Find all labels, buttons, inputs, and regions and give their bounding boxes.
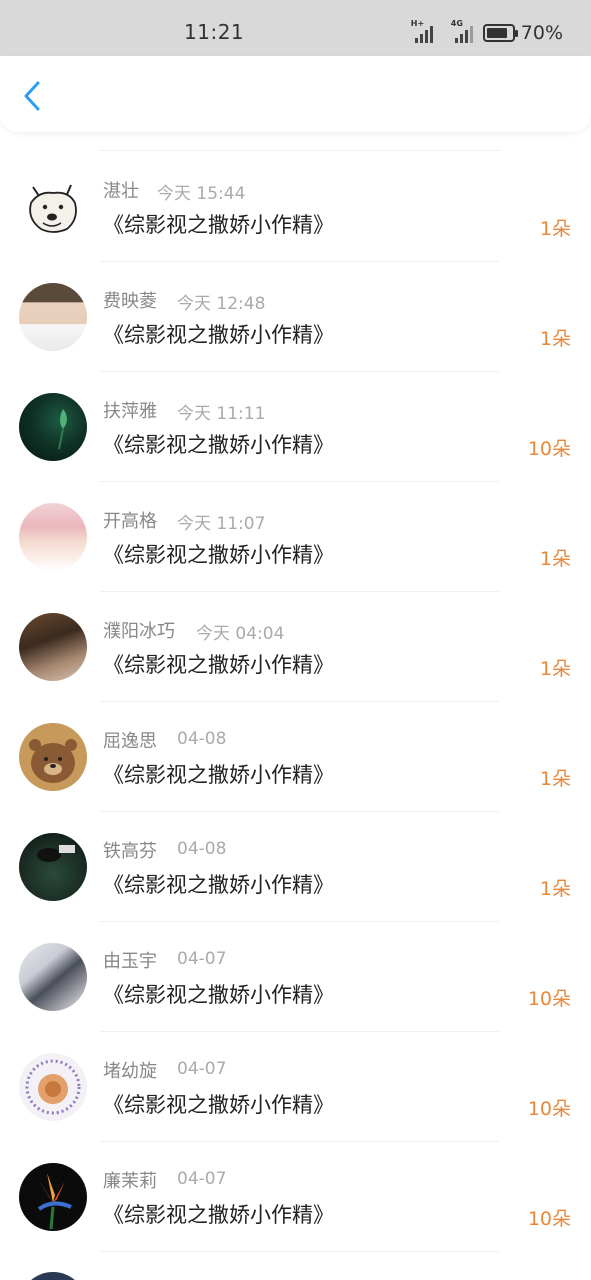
sender-name: 由玉宇 [103, 951, 157, 972]
avatar[interactable] [19, 833, 87, 901]
list-item[interactable]: 濮阳冰巧 今天 04:04 《综影视之撒娇小作精》 1朵 [0, 592, 591, 702]
flower-count: 10朵 [527, 1098, 571, 1120]
gift-record-list: 湛壮 今天 15:44 《综影视之撒娇小作精》 1朵 费映菱 今天 12:48 … [0, 152, 591, 1252]
list-item[interactable]: 扶萍雅 今天 11:11 《综影视之撒娇小作精》 10朵 [0, 372, 591, 482]
divider [100, 150, 500, 151]
back-button[interactable] [16, 78, 48, 114]
flower-count: 10朵 [527, 1208, 571, 1230]
sender-name: 扶萍雅 [103, 401, 157, 422]
send-time: 今天 15:44 [157, 184, 246, 204]
avatar[interactable] [19, 943, 87, 1011]
sender-name: 铁高芬 [103, 841, 157, 862]
list-item[interactable]: 铁高芬 04-08 《综影视之撒娇小作精》 1朵 [0, 812, 591, 922]
battery-percent: 70% [520, 22, 563, 44]
avatar[interactable] [19, 613, 87, 681]
avatar[interactable] [19, 503, 87, 571]
avatar[interactable] [19, 393, 87, 461]
nav-bar [0, 56, 591, 132]
avatar-partial[interactable] [19, 1272, 87, 1280]
battery-icon [482, 24, 518, 42]
network-type-label: H+ [410, 19, 425, 28]
sender-name: 屈逸思 [103, 731, 157, 752]
avatar[interactable] [19, 173, 87, 241]
status-icons: H+ 4G 70% [411, 19, 563, 46]
list-item[interactable]: 堵幼旋 04-07 《综影视之撒娇小作精》 10朵 [0, 1032, 591, 1142]
list-item[interactable]: 湛壮 今天 15:44 《综影视之撒娇小作精》 1朵 [0, 152, 591, 262]
signal-icon-2: 4G [451, 19, 473, 43]
flower-count: 10朵 [527, 438, 571, 460]
book-title: 《综影视之撒娇小作精》 [103, 983, 334, 1007]
send-time: 04-07 [177, 1059, 227, 1079]
send-time: 今天 11:11 [177, 404, 266, 424]
book-title: 《综影视之撒娇小作精》 [103, 433, 334, 457]
sender-name: 费映菱 [103, 291, 157, 312]
signal-icon: H+ [411, 19, 433, 43]
flower-count: 1朵 [539, 658, 571, 680]
sender-name: 廉茉莉 [103, 1171, 157, 1192]
list-item[interactable]: 廉茉莉 04-07 《综影视之撒娇小作精》 10朵 [0, 1142, 591, 1252]
avatar[interactable] [19, 723, 87, 791]
sender-name: 开高格 [103, 511, 157, 532]
book-title: 《综影视之撒娇小作精》 [103, 323, 334, 347]
flower-count: 1朵 [539, 328, 571, 350]
send-time: 今天 12:48 [177, 294, 266, 314]
book-title: 《综影视之撒娇小作精》 [103, 1093, 334, 1117]
avatar[interactable] [19, 283, 87, 351]
status-bar: 11:21 H+ 4G 70% [0, 0, 591, 56]
book-title: 《综影视之撒娇小作精》 [103, 653, 334, 677]
list-item[interactable]: 开高格 今天 11:07 《综影视之撒娇小作精》 1朵 [0, 482, 591, 592]
book-title: 《综影视之撒娇小作精》 [103, 1203, 334, 1227]
chevron-left-icon [24, 81, 40, 111]
send-time: 04-07 [177, 949, 227, 969]
sender-name: 湛壮 [103, 181, 139, 202]
list-item[interactable]: 屈逸思 04-08 《综影视之撒娇小作精》 1朵 [0, 702, 591, 812]
book-title: 《综影视之撒娇小作精》 [103, 543, 334, 567]
book-title: 《综影视之撒娇小作精》 [103, 763, 334, 787]
send-time: 04-08 [177, 839, 227, 859]
flower-count: 1朵 [539, 878, 571, 900]
status-time: 11:21 [184, 20, 245, 44]
book-title: 《综影视之撒娇小作精》 [103, 873, 334, 897]
flower-count: 1朵 [539, 768, 571, 790]
list-item[interactable]: 由玉宇 04-07 《综影视之撒娇小作精》 10朵 [0, 922, 591, 1032]
sender-name: 濮阳冰巧 [103, 621, 175, 642]
sender-name: 堵幼旋 [103, 1061, 157, 1082]
avatar[interactable] [19, 1163, 87, 1231]
divider [100, 1251, 499, 1252]
send-time: 04-07 [177, 1169, 227, 1189]
send-time: 今天 04:04 [196, 624, 285, 644]
network-type-label-2: 4G [450, 19, 463, 28]
send-time: 今天 11:07 [177, 514, 266, 534]
send-time: 04-08 [177, 729, 227, 749]
flower-count: 10朵 [527, 988, 571, 1010]
book-title: 《综影视之撒娇小作精》 [103, 213, 334, 237]
flower-count: 1朵 [539, 218, 571, 240]
avatar[interactable] [19, 1053, 87, 1121]
list-item[interactable]: 费映菱 今天 12:48 《综影视之撒娇小作精》 1朵 [0, 262, 591, 372]
flower-count: 1朵 [539, 548, 571, 570]
